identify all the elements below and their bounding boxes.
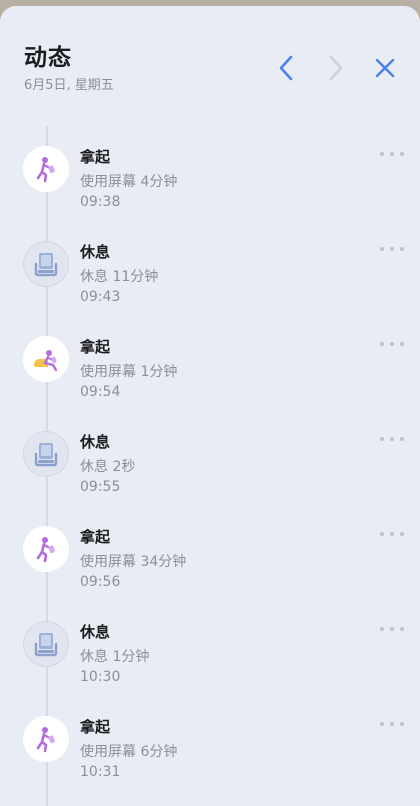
timeline-entry[interactable]: 拿起 使用屏幕 34分钟 09:56 [0,506,420,601]
date-label: 6月5日, 星期五 [24,78,114,93]
pickup-person-icon [23,716,69,762]
more-icon[interactable] [380,336,404,352]
timeline-entry[interactable]: 休息 休息 1分钟 10:30 [0,601,420,696]
entry-time: 10:30 [80,669,121,685]
entry-detail: 休息 2秒 [80,459,136,475]
entry-title: 拿起 [80,718,111,736]
entry-detail: 使用屏幕 1分钟 [80,364,178,380]
entry-detail: 休息 1分钟 [80,649,150,665]
more-icon[interactable] [380,431,404,447]
entry-time: 09:38 [80,194,121,210]
timeline-entry[interactable]: 休息 休息 11分钟 09:43 [0,221,420,316]
chevron-right-icon [329,55,343,81]
rest-phone-icon [23,241,69,287]
close-icon [375,58,395,78]
more-icon[interactable] [380,241,404,257]
entry-time: 09:54 [80,384,121,400]
pickup-sitting-icon [23,336,69,382]
timeline-entry[interactable]: 拿起 使用屏幕 6分钟 10:31 [0,696,420,791]
entry-detail: 使用屏幕 34分钟 [80,554,187,570]
rest-phone-icon [23,621,69,667]
entry-detail: 使用屏幕 4分钟 [80,174,178,190]
activity-timeline: 拿起 使用屏幕 4分钟 09:38 休息 休息 11分钟 09:43 拿起 使用… [0,126,420,806]
entry-title: 休息 [80,243,111,261]
header: 动态 6月5日, 星期五 [0,6,420,116]
activity-sheet: 动态 6月5日, 星期五 拿起 使用屏幕 4分钟 09:38 休息 休息 11分… [0,6,420,806]
more-icon[interactable] [380,146,404,162]
more-icon[interactable] [380,716,404,732]
entry-time: 09:55 [80,479,121,495]
timeline-entry[interactable]: 拿起 使用屏幕 1分钟 09:54 [0,316,420,411]
entry-time: 09:43 [80,289,121,305]
more-icon[interactable] [380,526,404,542]
rest-phone-icon [23,431,69,477]
entry-title: 拿起 [80,528,111,546]
previous-day-button[interactable] [268,50,304,86]
entry-title: 拿起 [80,338,111,356]
page-title: 动态 [24,45,72,71]
entry-time: 10:31 [80,764,121,780]
chevron-left-icon [279,55,293,81]
pickup-person-icon [23,526,69,572]
entry-time: 09:56 [80,574,121,590]
entry-title: 休息 [80,623,111,641]
entry-detail: 使用屏幕 6分钟 [80,744,178,760]
close-button[interactable] [367,50,403,86]
entry-title: 拿起 [80,148,111,166]
entry-detail: 休息 11分钟 [80,269,159,285]
pickup-person-icon [23,146,69,192]
more-icon[interactable] [380,621,404,637]
timeline-entry[interactable]: 拿起 使用屏幕 4分钟 09:38 [0,126,420,221]
entry-title: 休息 [80,433,111,451]
timeline-entry[interactable]: 休息 休息 2秒 09:55 [0,411,420,506]
next-day-button[interactable] [318,50,354,86]
